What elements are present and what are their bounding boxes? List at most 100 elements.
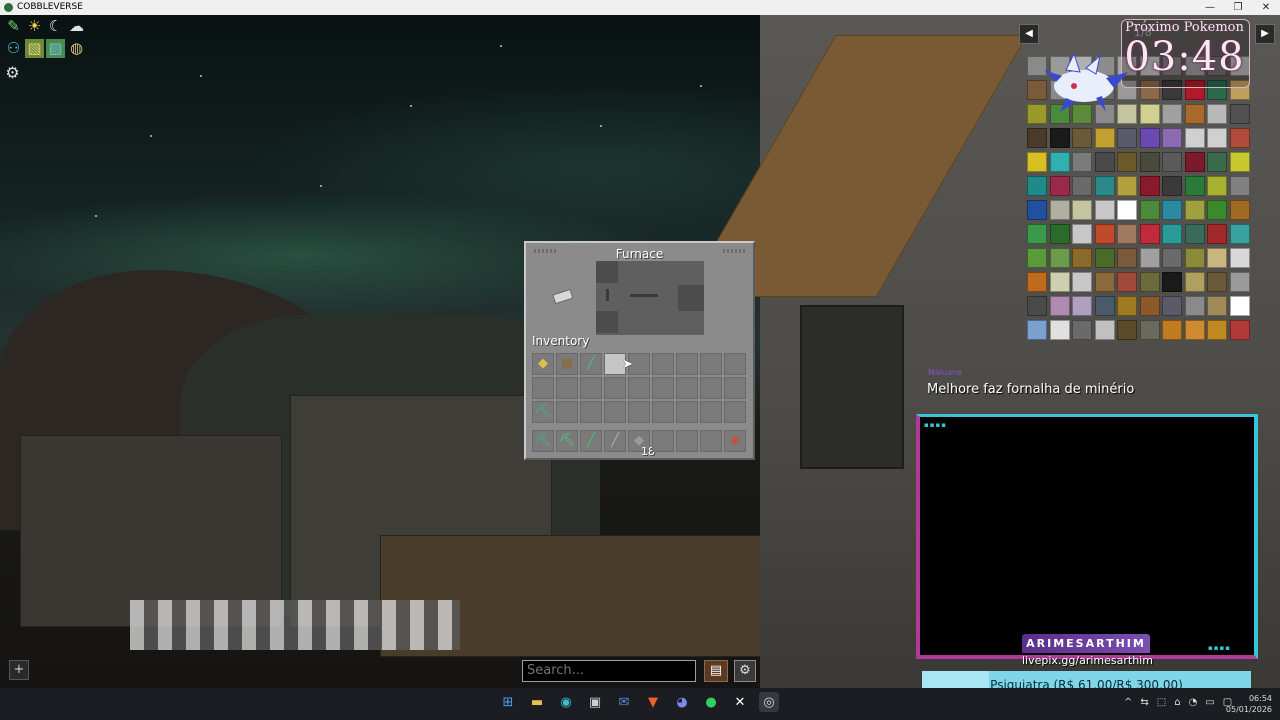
inventory-slot[interactable]	[700, 377, 722, 399]
item-list-entry[interactable]	[1049, 224, 1070, 244]
item-list-entry[interactable]	[1162, 176, 1182, 196]
item-list-entry[interactable]	[1049, 320, 1070, 340]
item-list-entry[interactable]	[1207, 200, 1227, 220]
item-list-entry[interactable]	[1162, 200, 1182, 220]
item-list-entry[interactable]	[1027, 224, 1047, 244]
item-list-entry[interactable]	[1049, 128, 1070, 148]
hotbar-slot[interactable]	[676, 430, 698, 452]
inventory-slot[interactable]	[628, 401, 650, 423]
item-list-entry[interactable]	[1139, 248, 1160, 268]
tray-icon[interactable]: ^	[1124, 697, 1132, 708]
tray-icon[interactable]: ⌂	[1174, 697, 1180, 708]
item-list-entry[interactable]	[1207, 272, 1227, 292]
item-list-entry[interactable]	[1027, 296, 1047, 316]
item-list-entry[interactable]	[1207, 176, 1227, 196]
item-list-entry[interactable]	[1229, 200, 1250, 220]
item-list-entry[interactable]	[1184, 104, 1205, 124]
item-list-entry[interactable]	[1049, 296, 1070, 316]
item-list-entry[interactable]	[1162, 248, 1182, 268]
crafting-table-button[interactable]: ▤	[704, 660, 728, 682]
inventory-slot[interactable]	[724, 377, 746, 399]
inventory-slot[interactable]	[580, 401, 602, 423]
inventory-slot[interactable]	[652, 377, 674, 399]
item-list-entry[interactable]	[1072, 176, 1092, 196]
inventory-slot[interactable]: ⛏	[532, 401, 554, 423]
item-list-entry[interactable]	[1117, 296, 1137, 316]
item-list-entry[interactable]	[1229, 248, 1250, 268]
item-list-entry[interactable]	[1027, 176, 1047, 196]
item-list-entry[interactable]	[1139, 272, 1160, 292]
item-list-entry[interactable]	[1094, 176, 1115, 196]
item-list-entry[interactable]	[1207, 296, 1227, 316]
item-list-entry[interactable]	[1139, 104, 1160, 124]
item-list-entry[interactable]	[1184, 176, 1205, 196]
item-list-entry[interactable]	[1229, 320, 1250, 340]
item-list-entry[interactable]	[1094, 248, 1115, 268]
discord-icon[interactable]: ◕	[672, 692, 692, 712]
inventory-slot[interactable]	[532, 377, 554, 399]
gear-icon[interactable]: ⚙	[3, 63, 22, 82]
item-list-entry[interactable]	[1229, 272, 1250, 292]
search-input[interactable]	[522, 660, 696, 682]
item-list-entry[interactable]	[1139, 152, 1160, 172]
brave-icon[interactable]: ▼	[643, 692, 663, 712]
inventory-slot[interactable]	[556, 401, 578, 423]
hotbar-slot[interactable]: ╱	[580, 430, 602, 452]
item-list-entry[interactable]	[1207, 224, 1227, 244]
hotbar-slot[interactable]	[652, 430, 674, 452]
inventory-slot[interactable]	[676, 353, 698, 375]
item-list-entry[interactable]	[1072, 200, 1092, 220]
item-list-entry[interactable]	[1094, 272, 1115, 292]
inventory-slot[interactable]	[676, 377, 698, 399]
item-list-entry[interactable]	[1049, 248, 1070, 268]
compass-icon[interactable]: ◍	[67, 39, 86, 58]
tray-icon[interactable]: ⬚	[1157, 697, 1166, 708]
item-list-entry[interactable]	[1027, 248, 1047, 268]
brush-icon[interactable]: ✎	[4, 17, 23, 36]
item-list-entry[interactable]	[1117, 200, 1137, 220]
item-list-entry[interactable]	[1094, 200, 1115, 220]
clock[interactable]: 06:54 05/01/2026	[1226, 693, 1272, 715]
start-icon[interactable]: ⊞	[498, 692, 518, 712]
item-list-entry[interactable]	[1162, 128, 1182, 148]
minimize-button[interactable]: —	[1196, 0, 1224, 15]
item-list-entry[interactable]	[1162, 152, 1182, 172]
people-icon[interactable]: ⚇	[4, 39, 23, 58]
inventory-slot[interactable]	[676, 401, 698, 423]
close-button[interactable]: ✕	[1252, 0, 1280, 15]
item-list-entry[interactable]	[1184, 200, 1205, 220]
item-list-entry[interactable]	[1184, 320, 1205, 340]
item-list-entry[interactable]	[1207, 128, 1227, 148]
item-list-entry[interactable]	[1072, 224, 1092, 244]
maximize-button[interactable]: ❐	[1224, 0, 1252, 15]
sun-icon[interactable]: ☀	[25, 17, 44, 36]
hotbar-slot[interactable]: ◆ 18	[628, 430, 655, 457]
hotbar-slot[interactable]: ◈	[724, 430, 746, 452]
item-list-entry[interactable]	[1162, 272, 1182, 292]
item-list-entry[interactable]	[1072, 320, 1092, 340]
item-list-entry[interactable]	[1184, 272, 1205, 292]
item-list-entry[interactable]	[1139, 224, 1160, 244]
item-list-entry[interactable]	[1117, 152, 1137, 172]
item-list-entry[interactable]	[1162, 224, 1182, 244]
item-list-entry[interactable]	[1184, 248, 1205, 268]
item-list-entry[interactable]	[1229, 296, 1250, 316]
inventory-slot[interactable]	[652, 353, 674, 375]
item-list-entry[interactable]	[1162, 104, 1182, 124]
inventory-slot[interactable]	[652, 401, 674, 423]
moon-icon[interactable]: ☾	[46, 17, 65, 36]
item-list-entry[interactable]	[1094, 296, 1115, 316]
item-list-entry[interactable]	[1117, 224, 1137, 244]
tray-icon[interactable]: ⇆	[1140, 697, 1148, 708]
folder-icon[interactable]: ▬	[527, 692, 547, 712]
item-list-entry[interactable]	[1117, 248, 1137, 268]
item-list-entry[interactable]	[1229, 104, 1250, 124]
item-list-entry[interactable]	[1139, 200, 1160, 220]
item-list-entry[interactable]	[1139, 296, 1160, 316]
inventory-slot[interactable]	[724, 353, 746, 375]
map-icon[interactable]: ▧	[25, 39, 44, 58]
mail-icon[interactable]: ✉	[614, 692, 634, 712]
inventory-slot[interactable]	[604, 377, 626, 399]
item-list-entry[interactable]	[1072, 296, 1092, 316]
map-icon[interactable]: ▨	[46, 39, 65, 58]
